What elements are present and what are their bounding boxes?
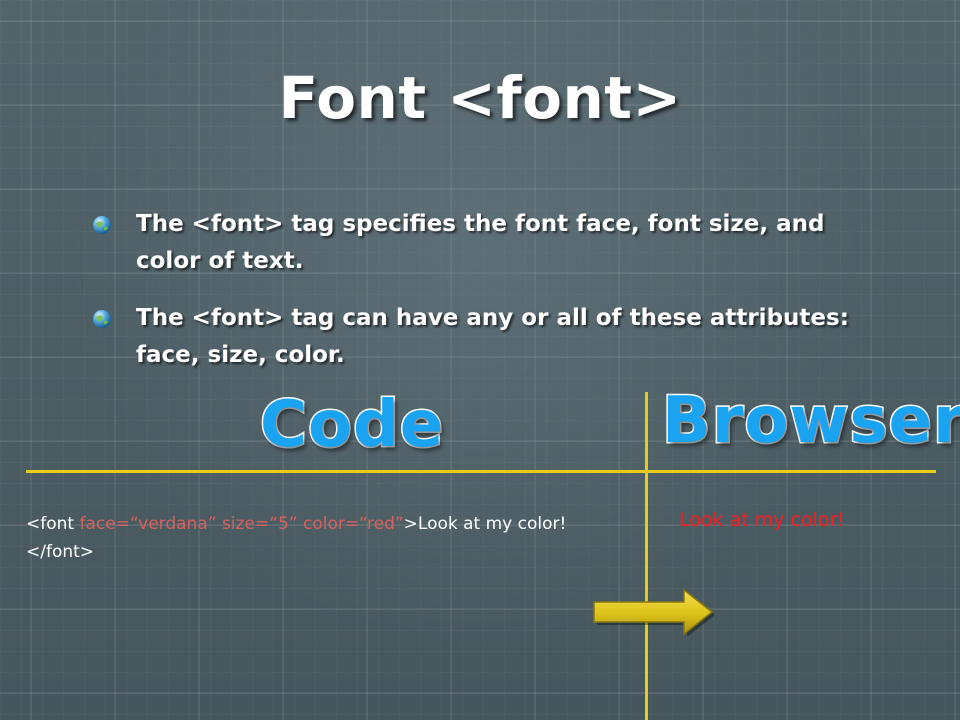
bullet-text: The <font> tag can have any or all of th… xyxy=(136,305,849,368)
globe-bullet-icon xyxy=(93,310,111,328)
globe-bullet-icon xyxy=(93,216,111,234)
code-heading: Code xyxy=(258,387,445,464)
horizontal-divider xyxy=(26,470,936,473)
browser-output: Look at my color! xyxy=(679,509,845,531)
slide-title: Font <font> xyxy=(278,64,682,132)
vertical-divider xyxy=(645,392,648,720)
code-face-attribute: face=“verdana” xyxy=(79,514,222,534)
code-example: <font face=“verdana” size=“5” color=“red… xyxy=(26,510,626,566)
code-size-attribute: size=“5” xyxy=(221,514,304,534)
bullet-item: The <font> tag can have any or all of th… xyxy=(92,300,892,374)
bullet-text: The <font> tag specifies the font face, … xyxy=(136,211,825,274)
bullet-item: The <font> tag specifies the font face, … xyxy=(92,206,892,280)
code-color-attribute: color=“red” xyxy=(303,514,404,534)
code-open-tag: <font xyxy=(26,514,80,534)
right-arrow-icon xyxy=(593,588,715,636)
browser-heading: Browser xyxy=(661,383,960,460)
bullet-list: The <font> tag specifies the font face, … xyxy=(92,206,892,394)
